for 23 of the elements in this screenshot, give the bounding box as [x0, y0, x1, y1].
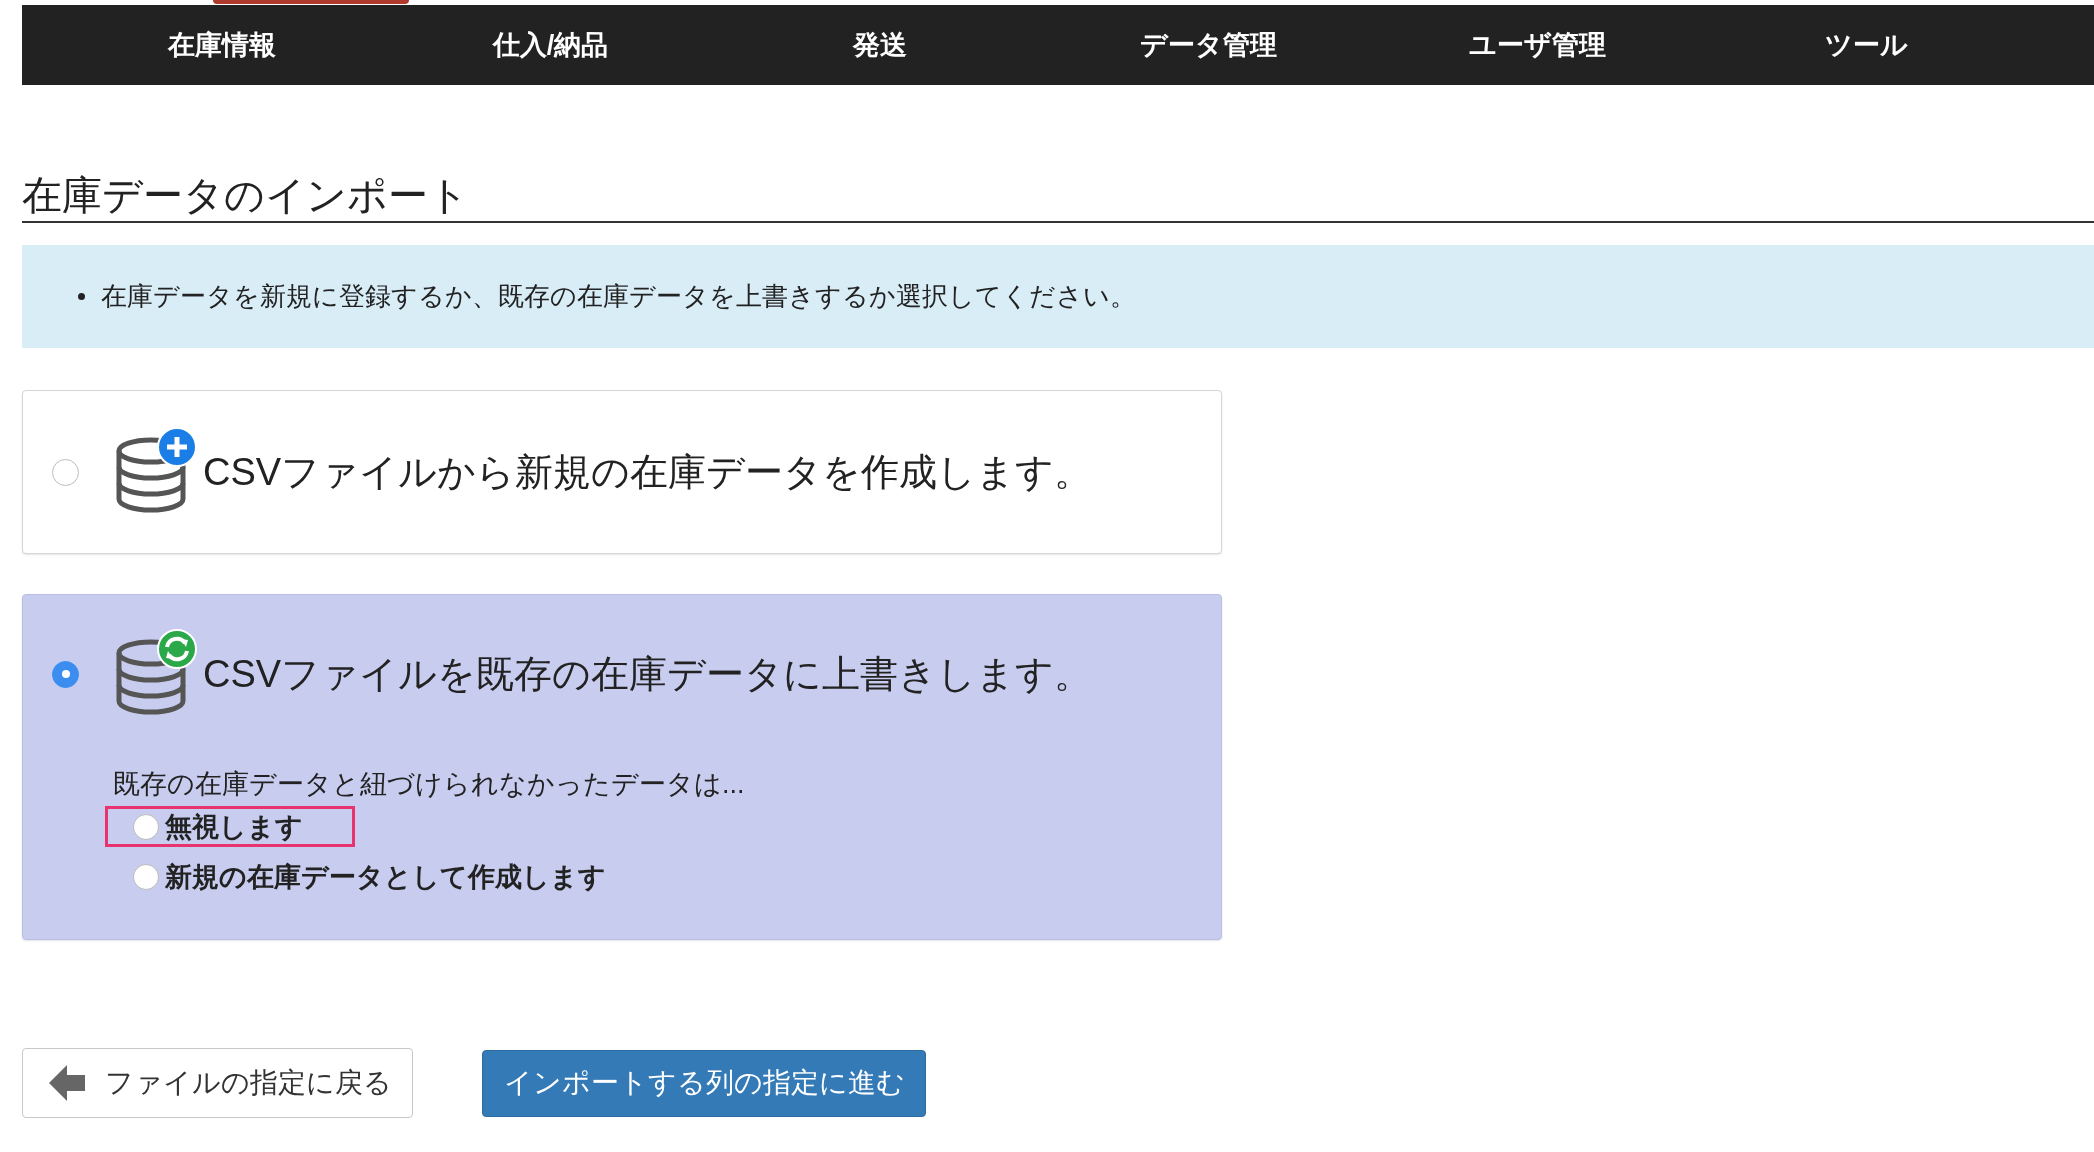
- next-button[interactable]: インポートする列の指定に進む: [482, 1049, 926, 1117]
- back-button[interactable]: ファイルの指定に戻る: [22, 1048, 413, 1118]
- nav-item[interactable]: ユーザ管理: [1373, 24, 1702, 66]
- option-label: CSVファイルを既存の在庫データに上書きします。: [203, 651, 1093, 697]
- radio-button[interactable]: [52, 458, 79, 486]
- nav-item[interactable]: 在庫情報: [57, 24, 386, 66]
- radio-button[interactable]: [133, 814, 159, 840]
- radio-label: 無視します: [165, 811, 303, 843]
- radio-label: 新規の在庫データとして作成します: [165, 861, 606, 893]
- radio-button[interactable]: [133, 864, 159, 890]
- sub-question: 既存の在庫データと紐づけられなかったデータは...: [113, 768, 746, 801]
- option-card[interactable]: CSVファイルを既存の在庫データに上書きします。 既存の在庫データと紐づけられなかったデータは... 無視します 新規の在庫データとして作成します: [22, 594, 1222, 940]
- back-arrow-icon: [47, 1063, 87, 1103]
- notice-text: 在庫データを新規に登録するか、既存の在庫データを上書きするか選択してください。: [101, 280, 1136, 313]
- nav-item[interactable]: データ管理: [1044, 24, 1373, 66]
- page-title: 在庫データのインポート: [22, 171, 2094, 223]
- bullet-icon: [78, 293, 85, 300]
- option-label: CSVファイルから新規の在庫データを作成します。: [203, 449, 1093, 495]
- option-card[interactable]: CSVファイルから新規の在庫データを作成します。: [22, 390, 1222, 554]
- radio-button[interactable]: [52, 660, 79, 688]
- nav-item[interactable]: 発送: [715, 24, 1044, 66]
- nav-item[interactable]: ツール: [1702, 24, 2031, 66]
- nav-item[interactable]: 仕入/納品: [386, 24, 715, 66]
